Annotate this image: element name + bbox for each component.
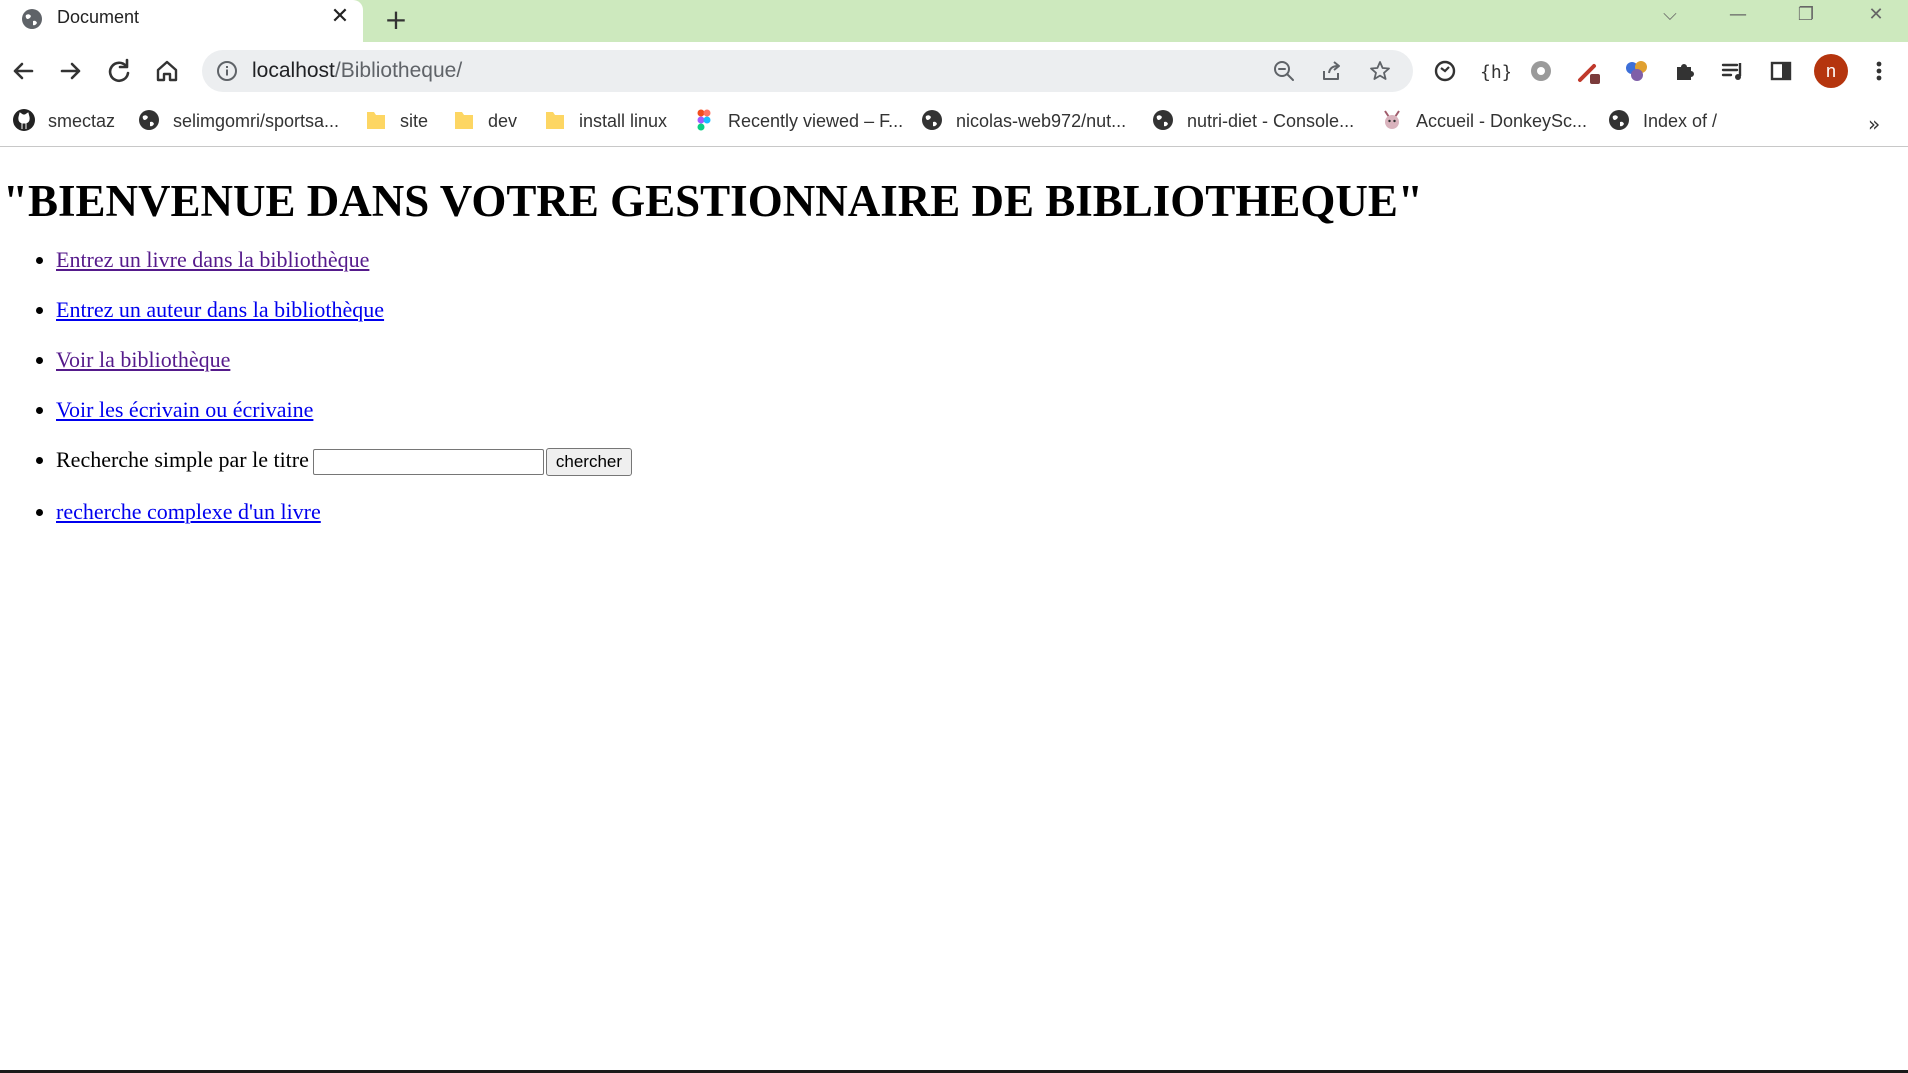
bookmark-label: selimgomri/sportsa... <box>173 111 340 131</box>
simple-search-label: Recherche simple par le titre <box>56 447 309 472</box>
home-icon[interactable] <box>150 54 184 88</box>
bookmarks-overflow-chevron-icon[interactable]: » <box>1868 112 1880 136</box>
bookmark-label: smectaz <box>48 111 116 131</box>
bookmark-label: Accueil - DonkeySc... <box>1416 111 1588 131</box>
bookmark-sportsa[interactable]: selimgomri/sportsa... <box>137 106 339 136</box>
tab-search-icon[interactable]: ⌵ <box>1648 0 1692 30</box>
eyedropper-extension-icon[interactable] <box>1572 54 1606 88</box>
search-button[interactable]: chercher <box>545 447 633 476</box>
bookmark-label: dev <box>488 111 518 131</box>
donkey-icon <box>1384 110 1400 130</box>
bookmark-index-of[interactable]: Index of / <box>1607 106 1717 136</box>
figma-icon <box>697 109 711 131</box>
github-icon <box>13 109 35 132</box>
bookmark-nicolas-web972[interactable]: nicolas-web972/nut... <box>920 106 1126 136</box>
globe-icon <box>1153 110 1173 131</box>
bookmark-star-icon[interactable] <box>1368 59 1392 83</box>
globe-icon <box>139 110 159 131</box>
complex-search-link[interactable]: recherche complexe d'un livre <box>56 499 321 524</box>
globe-icon <box>1609 110 1629 131</box>
media-controls-icon[interactable] <box>1716 54 1750 88</box>
list-item: Recherche simple par le titre chercher <box>56 447 633 499</box>
list-item: Voir la bibliothèque <box>56 347 632 397</box>
tab-strip: Document ✕ + ⌵ — ❐ ✕ <box>0 0 1908 42</box>
share-icon[interactable] <box>1320 59 1344 83</box>
svg-text:{h}: {h} <box>1480 62 1510 83</box>
globe-icon <box>922 110 942 131</box>
bookmark-folder-dev[interactable]: dev <box>452 106 517 136</box>
new-tab-button[interactable]: + <box>381 3 411 36</box>
folder-icon <box>546 112 564 130</box>
url-host: localhost <box>252 59 335 82</box>
bookmark-label: site <box>400 111 429 131</box>
bookmark-figma[interactable]: Recently viewed – F... <box>692 106 903 136</box>
bookmark-folder-install-linux[interactable]: install linux <box>543 106 667 136</box>
settings-extension-icon[interactable] <box>1524 54 1558 88</box>
title-search-input[interactable] <box>312 448 544 475</box>
folder-icon <box>367 112 385 130</box>
profile-avatar[interactable]: n <box>1814 54 1848 88</box>
browser-toolbar: localhost/Bibliotheque/ {h} n <box>0 42 1908 100</box>
paint-extension-icon[interactable] <box>1620 54 1654 88</box>
menu-list: Entrez un livre dans la bibliothèque Ent… <box>0 247 633 549</box>
close-window-button[interactable]: ✕ <box>1854 0 1898 30</box>
bookmark-donkeyschool[interactable]: Accueil - DonkeySc... <box>1380 106 1587 136</box>
side-panel-icon[interactable] <box>1764 54 1798 88</box>
globe-icon <box>22 9 42 29</box>
url-text: localhost/Bibliotheque/ <box>252 59 462 83</box>
folder-icon <box>455 112 473 130</box>
bookmark-label: install linux <box>579 111 668 131</box>
close-tab-icon[interactable]: ✕ <box>328 4 352 29</box>
sync-extension-icon[interactable] <box>1428 54 1462 88</box>
tab-title: Document <box>57 7 140 27</box>
menu-kebab-icon[interactable] <box>1862 54 1896 88</box>
page-content: "BIENVENUE DANS VOTRE GESTIONNAIRE DE BI… <box>0 147 1908 1072</box>
minimize-button[interactable]: — <box>1716 0 1760 30</box>
back-icon[interactable] <box>6 54 40 88</box>
bookmark-label: nutri-diet - Console... <box>1187 111 1355 131</box>
view-library-link[interactable]: Voir la bibliothèque <box>56 347 230 372</box>
list-item: Entrez un livre dans la bibliothèque <box>56 247 632 297</box>
reload-icon[interactable] <box>102 54 136 88</box>
list-item: recherche complexe d'un livre <box>56 499 632 549</box>
list-item: Voir les écrivain ou écrivaine <box>56 397 632 447</box>
bookmark-label: nicolas-web972/nut... <box>956 111 1127 131</box>
bookmark-nutri-diet[interactable]: nutri-diet - Console... <box>1151 106 1354 136</box>
bookmark-label: Index of / <box>1643 111 1718 131</box>
extensions-puzzle-icon[interactable] <box>1668 54 1702 88</box>
list-item: Entrez un auteur dans la bibliothèque <box>56 297 632 347</box>
tab-document[interactable]: Document ✕ <box>0 0 363 42</box>
address-bar[interactable]: localhost/Bibliotheque/ <box>202 50 1413 92</box>
forward-icon[interactable] <box>54 54 88 88</box>
site-info-icon[interactable] <box>216 60 238 82</box>
bookmark-label: Recently viewed – F... <box>728 111 904 131</box>
add-book-link[interactable]: Entrez un livre dans la bibliothèque <box>56 247 369 272</box>
page-title: "BIENVENUE DANS VOTRE GESTIONNAIRE DE BI… <box>3 176 1423 226</box>
bookmarks-bar: smectaz selimgomri/sportsa... site dev i… <box>0 100 1908 147</box>
url-path: /Bibliotheque/ <box>334 59 463 82</box>
json-extension-icon[interactable]: {h} <box>1476 54 1510 88</box>
view-writers-link[interactable]: Voir les écrivain ou écrivaine <box>56 397 313 422</box>
restore-button[interactable]: ❐ <box>1784 0 1828 30</box>
bookmark-folder-site[interactable]: site <box>364 106 428 136</box>
add-author-link[interactable]: Entrez un auteur dans la bibliothèque <box>56 297 384 322</box>
bookmark-smectaz[interactable]: smectaz <box>12 106 115 136</box>
zoom-icon[interactable] <box>1272 59 1296 83</box>
